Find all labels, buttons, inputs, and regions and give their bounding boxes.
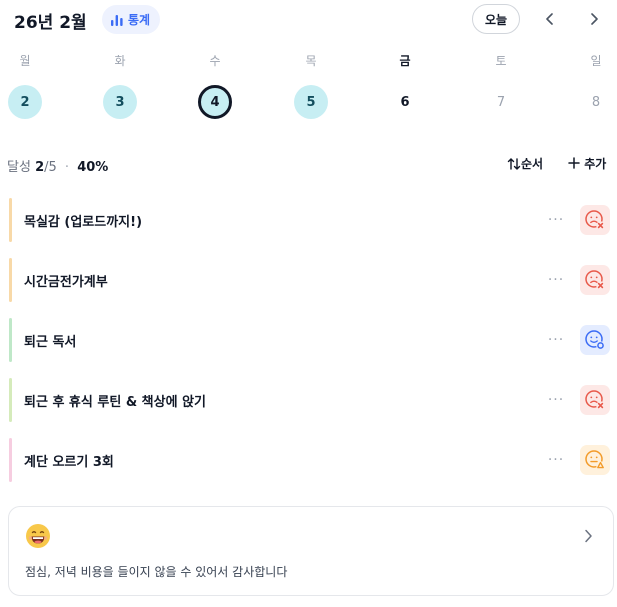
more-options-button[interactable]: ··· xyxy=(544,268,568,292)
week-strip: 월 2 화 3 수 4 목 5 금 6 토 7 일 8 xyxy=(0,50,617,120)
day-name: 토 xyxy=(495,54,507,68)
task-color-bar xyxy=(9,258,12,302)
sort-arrows-icon xyxy=(507,158,521,170)
task-status-button[interactable] xyxy=(580,205,610,235)
day-name: 화 xyxy=(114,54,126,68)
task-title: 계단 오르기 3회 xyxy=(24,455,114,470)
day-sun[interactable]: 일 8 xyxy=(576,50,616,120)
task-item[interactable]: 계단 오르기 3회 ··· xyxy=(7,438,613,482)
task-status-button[interactable] xyxy=(580,325,610,355)
task-item[interactable]: 퇴근 후 휴식 루틴 & 책상에 앉기 ··· xyxy=(7,378,613,422)
open-note-button[interactable] xyxy=(579,527,597,545)
day-wed[interactable]: 수 4 xyxy=(195,50,235,120)
achievement-summary: 달성 2/5 · 40% xyxy=(7,156,108,175)
task-item[interactable]: 목실감 (업로드까지!) ··· xyxy=(7,198,613,242)
day-name: 수 xyxy=(209,54,221,68)
day-tue[interactable]: 화 3 xyxy=(100,50,140,120)
more-options-button[interactable]: ··· xyxy=(544,328,568,352)
add-label: 추가 xyxy=(584,157,607,171)
day-number[interactable]: 7 xyxy=(484,85,518,119)
stats-label: 통계 xyxy=(128,13,151,27)
day-thu[interactable]: 목 5 xyxy=(291,50,331,120)
task-color-bar xyxy=(9,438,12,482)
day-name-today: 금 xyxy=(399,54,411,68)
add-button[interactable]: 추가 xyxy=(568,155,606,172)
sad-face-x-icon xyxy=(585,210,605,230)
summary-percent: 40% xyxy=(77,160,109,175)
sad-face-x-icon xyxy=(585,390,605,410)
today-button[interactable]: 오늘 xyxy=(472,4,520,34)
day-mon[interactable]: 월 2 xyxy=(5,50,45,120)
chevron-left-icon xyxy=(546,13,553,25)
chevron-right-icon xyxy=(585,529,592,543)
task-item[interactable]: 시간금전가계부 ··· xyxy=(7,258,613,302)
next-week-button[interactable] xyxy=(582,7,606,31)
day-number-today[interactable]: 6 xyxy=(388,85,422,119)
day-name: 목 xyxy=(305,54,317,68)
task-title: 시간금전가계부 xyxy=(24,275,108,290)
day-number-selected[interactable]: 4 xyxy=(198,85,232,119)
sort-button[interactable]: 순서 xyxy=(507,155,543,172)
task-color-bar xyxy=(9,198,12,242)
task-status-button[interactable] xyxy=(580,265,610,295)
gratitude-note-card[interactable]: 점심, 저녁 비용을 들이지 않을 수 있어서 감사합니다 xyxy=(8,506,614,596)
day-fri[interactable]: 금 6 xyxy=(385,50,425,120)
task-status-button[interactable] xyxy=(580,445,610,475)
more-options-button[interactable]: ··· xyxy=(544,448,568,472)
month-title: 26년 2월 xyxy=(14,13,87,33)
bar-chart-icon xyxy=(111,14,123,26)
chevron-right-icon xyxy=(591,13,598,25)
task-title: 퇴근 후 휴식 루틴 & 책상에 앉기 xyxy=(24,395,207,410)
task-title: 목실감 (업로드까지!) xyxy=(24,215,143,230)
more-options-button[interactable]: ··· xyxy=(544,388,568,412)
task-status-button[interactable] xyxy=(580,385,610,415)
day-number[interactable]: 8 xyxy=(579,85,613,119)
day-name: 일 xyxy=(590,54,602,68)
task-color-bar xyxy=(9,318,12,362)
header: 26년 2월 통계 오늘 xyxy=(0,0,617,40)
face-progress-icon xyxy=(585,330,605,350)
plus-icon xyxy=(568,157,580,169)
gratitude-note-text: 점심, 저녁 비용을 들이지 않을 수 있어서 감사합니다 xyxy=(25,565,288,579)
more-options-button[interactable]: ··· xyxy=(544,208,568,232)
stats-button[interactable]: 통계 xyxy=(102,5,161,34)
summary-separator: · xyxy=(64,160,70,175)
day-number[interactable]: 2 xyxy=(8,85,42,119)
task-item[interactable]: 퇴근 독서 ··· xyxy=(7,318,613,362)
task-title: 퇴근 독서 xyxy=(24,335,77,350)
day-sat[interactable]: 토 7 xyxy=(481,50,521,120)
day-name: 월 xyxy=(19,54,31,68)
day-number[interactable]: 3 xyxy=(103,85,137,119)
summary-label: 달성 xyxy=(7,160,31,175)
task-color-bar xyxy=(9,378,12,422)
face-warning-icon xyxy=(585,450,605,470)
grinning-face-icon xyxy=(26,524,50,548)
summary-total: /5 xyxy=(44,160,57,175)
summary-done: 2 xyxy=(35,160,45,175)
day-number[interactable]: 5 xyxy=(294,85,328,119)
prev-week-button[interactable] xyxy=(538,7,562,31)
sort-label: 순서 xyxy=(521,157,544,171)
sad-face-x-icon xyxy=(585,270,605,290)
